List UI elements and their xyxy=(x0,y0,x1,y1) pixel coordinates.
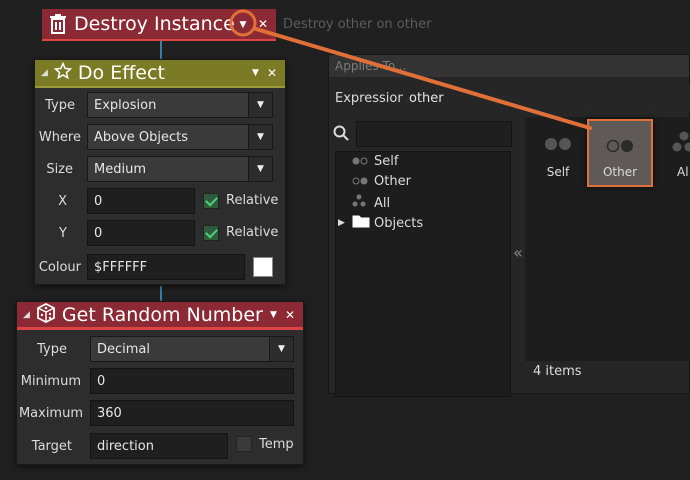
minimum-label: Minimum xyxy=(20,374,81,389)
maximum-input[interactable]: 360 xyxy=(90,400,294,426)
type-label: Type xyxy=(45,98,75,113)
x-relative-label: Relative xyxy=(226,193,279,208)
type-label: Type xyxy=(37,342,67,357)
size-label: Size xyxy=(46,162,73,177)
colour-input[interactable]: $FFFFFF xyxy=(87,254,245,280)
chevron-down-icon: ▼ xyxy=(269,337,293,361)
do-effect-title: Do Effect xyxy=(77,62,165,84)
colour-swatch[interactable] xyxy=(253,257,273,277)
get-random-number-block: ◢ Get Random Number ▼ ✕ Type Decimal ▼ M… xyxy=(16,301,304,465)
colour-label: Colour xyxy=(38,260,81,275)
collapse-arrow-icon[interactable]: ◢ xyxy=(41,68,48,78)
chevron-down-icon: ▼ xyxy=(248,93,272,117)
minimum-input[interactable]: 0 xyxy=(90,368,294,394)
star-icon xyxy=(53,61,74,84)
get-random-number-title: Get Random Number xyxy=(61,303,263,326)
temp-label: Temp xyxy=(259,437,294,452)
y-relative-checkbox[interactable] xyxy=(203,225,219,241)
y-relative-label: Relative xyxy=(226,225,279,240)
temp-checkbox[interactable] xyxy=(236,436,252,452)
x-label: X xyxy=(58,194,67,209)
maximum-label: Maximum xyxy=(18,406,83,421)
x-relative-checkbox[interactable] xyxy=(203,193,219,209)
dice-icon xyxy=(36,302,58,327)
chevron-down-icon[interactable]: ▼ xyxy=(252,68,259,78)
chevron-down-icon: ▼ xyxy=(248,125,272,149)
y-input[interactable]: 0 xyxy=(87,220,195,246)
close-icon[interactable]: ✕ xyxy=(285,308,295,322)
collapse-arrow-icon[interactable]: ◢ xyxy=(23,310,30,320)
target-label: Target xyxy=(31,439,72,454)
effect-where-select[interactable]: Above Objects ▼ xyxy=(87,124,273,150)
target-input[interactable]: direction xyxy=(90,433,228,459)
where-label: Where xyxy=(38,130,81,145)
effect-size-select[interactable]: Medium ▼ xyxy=(87,156,273,182)
close-icon[interactable]: ✕ xyxy=(267,66,277,80)
random-type-select[interactable]: Decimal ▼ xyxy=(90,336,294,362)
y-label: Y xyxy=(59,226,67,241)
chevron-down-icon: ▼ xyxy=(248,157,272,181)
effect-type-select[interactable]: Explosion ▼ xyxy=(87,92,273,118)
do-effect-block: ◢ Do Effect ▼ ✕ Type Explosion ▼ Where A… xyxy=(34,59,286,285)
x-input[interactable]: 0 xyxy=(87,188,195,214)
chevron-down-icon[interactable]: ▼ xyxy=(270,310,277,320)
